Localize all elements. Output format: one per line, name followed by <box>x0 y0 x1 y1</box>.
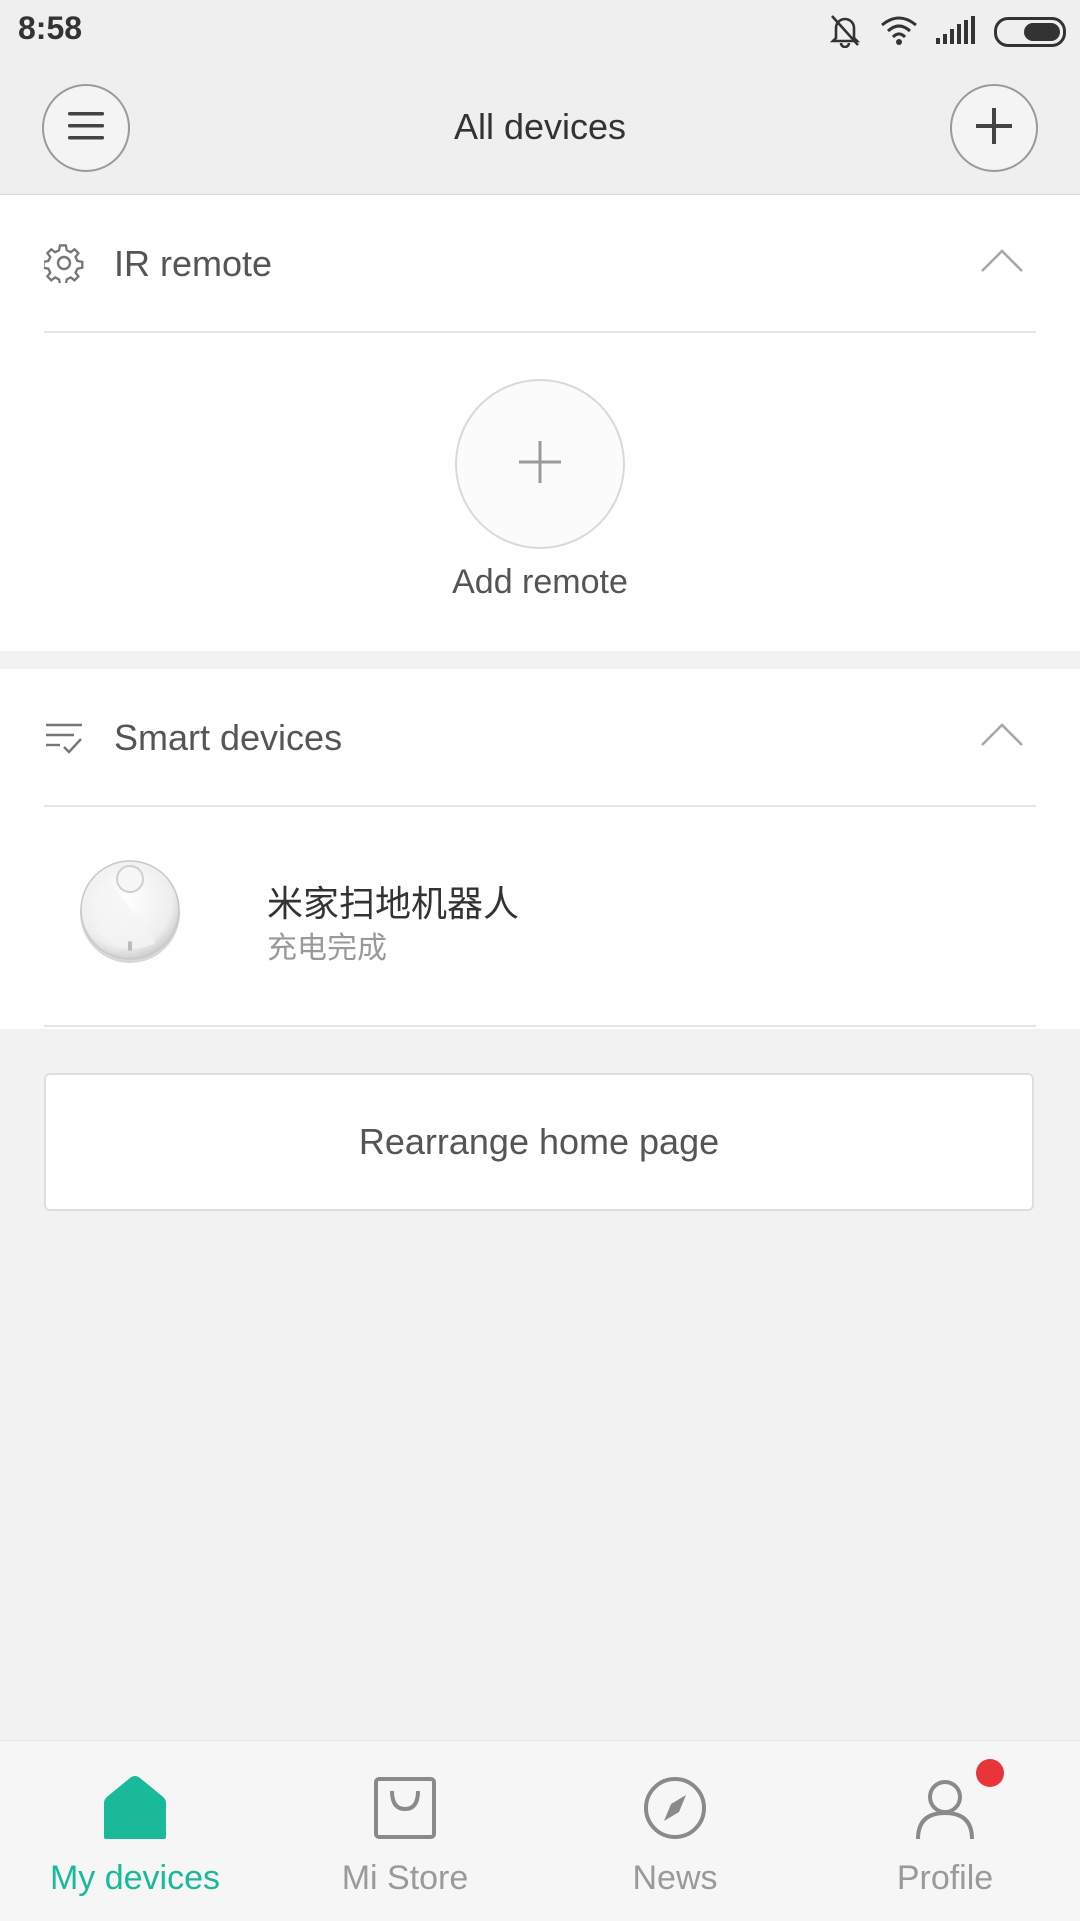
shopping-bag-icon <box>372 1775 438 1841</box>
battery-icon <box>994 17 1066 47</box>
person-icon <box>912 1775 978 1841</box>
app-header: All devices <box>0 62 1080 196</box>
bottom-tab-bar: My devices Mi Store News Profile <box>0 1740 1080 1921</box>
ir-remote-section: IR remote Add remote <box>0 195 1080 651</box>
divider <box>44 1025 1036 1027</box>
status-bar: 8:58 <box>0 0 1080 62</box>
checklist-icon <box>44 717 84 757</box>
chevron-up-icon[interactable] <box>980 721 1024 752</box>
rearrange-home-button[interactable]: Rearrange home page <box>44 1073 1034 1211</box>
status-icons <box>828 12 1066 52</box>
tab-profile[interactable]: Profile <box>810 1741 1080 1921</box>
notification-badge <box>976 1759 1004 1787</box>
device-status: 充电完成 <box>267 932 387 965</box>
divider <box>44 331 1036 333</box>
smart-devices-header[interactable]: Smart devices <box>0 669 1080 805</box>
device-list-item[interactable]: 米家扫地机器人 充电完成 <box>0 807 1080 1027</box>
ir-remote-label: IR remote <box>114 243 273 284</box>
bell-muted-icon <box>828 12 862 53</box>
tab-label: My devices <box>49 1859 221 1897</box>
tab-label: Mi Store <box>341 1859 469 1897</box>
plus-icon <box>517 439 563 490</box>
gear-icon <box>42 243 84 286</box>
device-name: 米家扫地机器人 <box>267 883 520 924</box>
home-icon <box>102 1775 168 1841</box>
add-remote-button[interactable] <box>455 379 625 549</box>
robot-vacuum-icon <box>76 857 184 965</box>
chevron-up-icon[interactable] <box>980 247 1024 278</box>
smart-devices-label: Smart devices <box>114 717 343 758</box>
page-title: All devices <box>453 106 627 147</box>
tab-label: News <box>632 1859 718 1897</box>
tab-news[interactable]: News <box>540 1741 810 1921</box>
tab-mi-store[interactable]: Mi Store <box>270 1741 540 1921</box>
ir-remote-header[interactable]: IR remote <box>0 195 1080 331</box>
tab-label: Profile <box>896 1859 994 1897</box>
tab-my-devices[interactable]: My devices <box>0 1741 270 1921</box>
wifi-icon <box>880 15 918 50</box>
add-remote-label: Add remote <box>452 563 628 601</box>
plus-icon <box>974 106 1014 151</box>
smart-devices-section: Smart devices 米家扫地机器人 充电完成 <box>0 669 1080 1029</box>
status-time: 8:58 <box>18 10 83 46</box>
signal-icon <box>936 15 976 49</box>
compass-icon <box>642 1775 708 1841</box>
add-device-button[interactable] <box>950 84 1038 172</box>
